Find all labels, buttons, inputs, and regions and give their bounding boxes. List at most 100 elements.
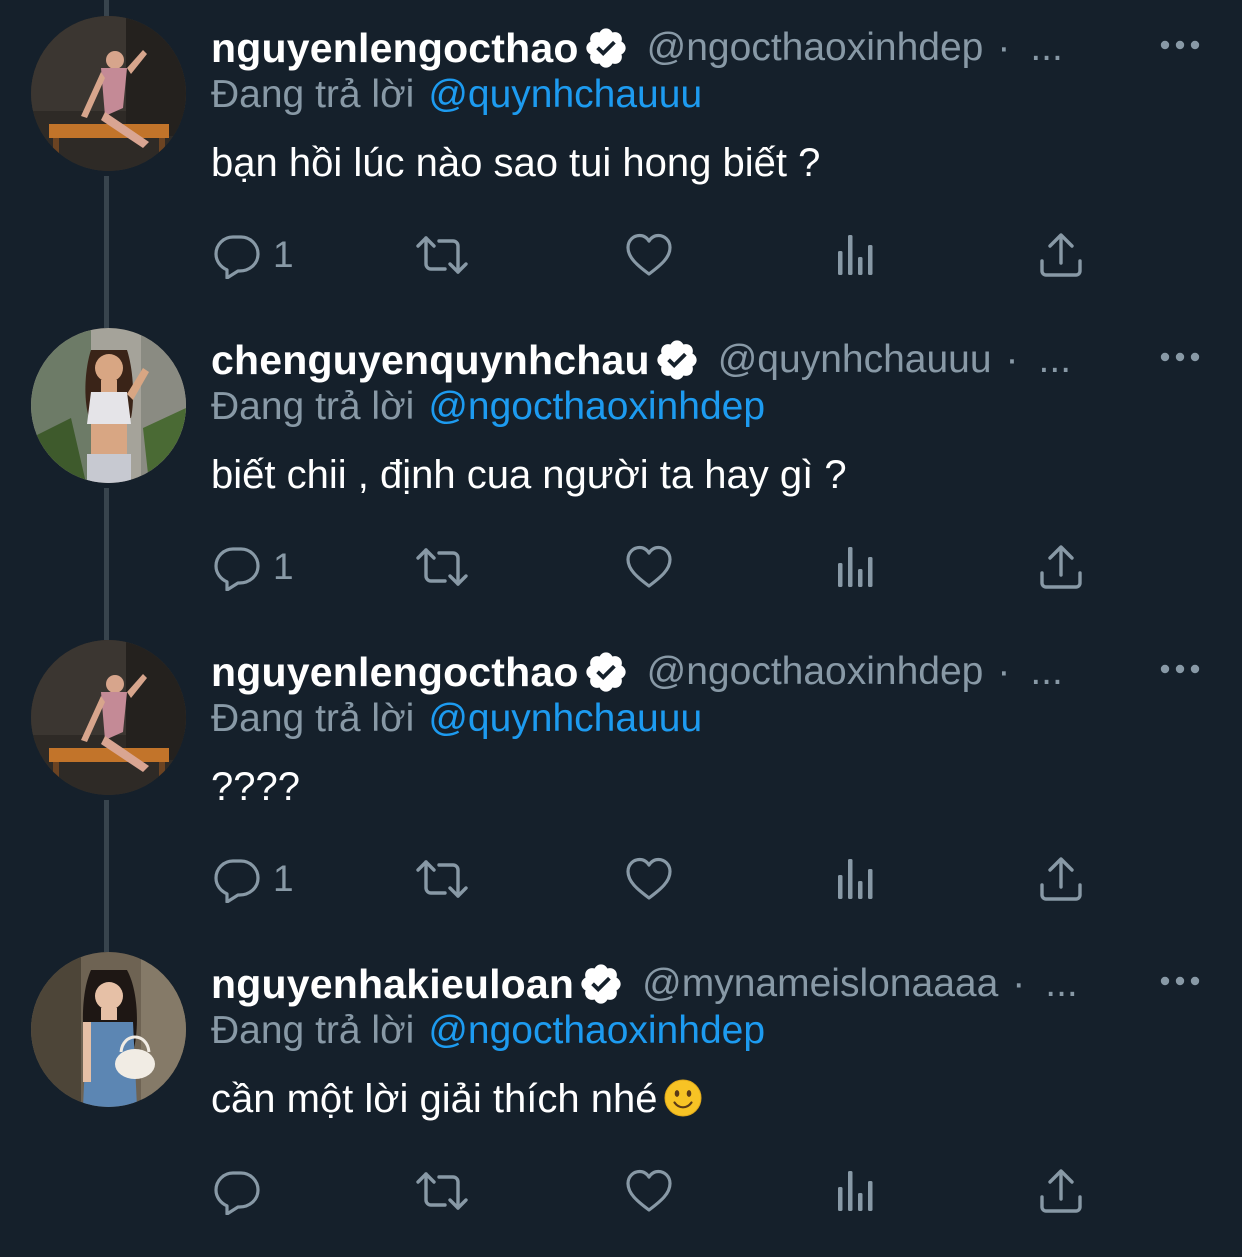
share-button[interactable] (1037, 854, 1085, 904)
share-button[interactable] (1037, 1166, 1085, 1216)
reply-count: 1 (273, 546, 294, 587)
tweet-actions: 1 (0, 854, 1242, 904)
tweet[interactable]: nguyenlengocthao @ngocthaoxinhdep · ... … (0, 0, 1242, 312)
upload-arrow-icon (1037, 231, 1085, 279)
separator-dot: · (1012, 962, 1026, 1005)
more-options-button[interactable] (1158, 342, 1202, 372)
verified-badge-icon (583, 25, 629, 71)
heart-icon (625, 231, 673, 279)
retweet-button[interactable] (414, 542, 470, 592)
views-button[interactable] (834, 1166, 878, 1216)
retweet-button[interactable] (414, 230, 470, 280)
speech-bubble-icon (213, 1167, 261, 1215)
more-options-button[interactable] (1158, 966, 1202, 996)
display-name[interactable]: nguyenlengocthao (211, 649, 579, 696)
slightly-smiling-face-icon (663, 1078, 703, 1118)
tweet[interactable]: nguyenhakieuloan @mynameislonaaaa · ... … (0, 936, 1242, 1248)
retweet-arrows-icon (414, 1167, 470, 1215)
user-handle[interactable]: @quynhchauuu (718, 338, 992, 382)
reply-button[interactable]: 1 (213, 230, 294, 280)
like-button[interactable] (625, 542, 673, 592)
views-button[interactable] (834, 230, 878, 280)
tweet-header: nguyenhakieuloan @mynameislonaaaa · ... (211, 959, 1078, 1009)
replying-to: Đang trả lời @ngocthaoxinhdep (211, 1009, 765, 1053)
truncated-timestamp: ... (1045, 962, 1078, 1005)
reply-count: 1 (273, 234, 294, 275)
user-handle[interactable]: @mynameislonaaaa (642, 962, 998, 1006)
replying-to: Đang trả lời @quynhchauuu (211, 73, 702, 117)
like-button[interactable] (625, 854, 673, 904)
user-handle[interactable]: @ngocthaoxinhdep (647, 26, 984, 70)
more-horizontal-icon (1158, 350, 1202, 364)
display-name[interactable]: chenguyenquynhchau (211, 337, 650, 384)
verified-badge-icon (578, 961, 624, 1007)
display-name[interactable]: nguyenlengocthao (211, 25, 579, 72)
heart-icon (625, 1167, 673, 1215)
reply-button[interactable]: 1 (213, 854, 294, 904)
replying-to: Đang trả lời @ngocthaoxinhdep (211, 385, 765, 429)
replying-to-handle[interactable]: @ngocthaoxinhdep (428, 385, 765, 428)
upload-arrow-icon (1037, 855, 1085, 903)
retweet-arrows-icon (414, 855, 470, 903)
tweet-header: chenguyenquynhchau @quynhchauuu · ... (211, 335, 1071, 385)
upload-arrow-icon (1037, 1167, 1085, 1215)
tweet-header: nguyenlengocthao @ngocthaoxinhdep · ... (211, 647, 1063, 697)
tweet[interactable]: nguyenlengocthao @ngocthaoxinhdep · ... … (0, 624, 1242, 936)
reply-button[interactable] (213, 1166, 273, 1216)
tweet-text-container: cần một lời giải thích nhé (211, 1077, 703, 1122)
tweet-actions: 1 (0, 542, 1242, 592)
reply-button[interactable]: 1 (213, 542, 294, 592)
truncated-timestamp: ... (1030, 26, 1063, 69)
more-horizontal-icon (1158, 974, 1202, 988)
truncated-timestamp: ... (1038, 338, 1072, 381)
share-button[interactable] (1037, 542, 1085, 592)
share-button[interactable] (1037, 230, 1085, 280)
replying-to-handle[interactable]: @ngocthaoxinhdep (428, 1009, 765, 1052)
tweet-text: cần một lời giải thích nhé (211, 1077, 658, 1121)
retweet-arrows-icon (414, 543, 470, 591)
upload-arrow-icon (1037, 543, 1085, 591)
avatar[interactable] (31, 328, 186, 483)
like-button[interactable] (625, 1166, 673, 1216)
avatar[interactable] (31, 16, 186, 171)
display-name[interactable]: nguyenhakieuloan (211, 961, 574, 1008)
tweet[interactable]: chenguyenquynhchau @quynhchauuu · ... Đa… (0, 312, 1242, 624)
tweet-actions (0, 1166, 1242, 1216)
avatar[interactable] (31, 640, 186, 795)
views-button[interactable] (834, 854, 878, 904)
replying-to-handle[interactable]: @quynhchauuu (428, 697, 702, 740)
verified-badge-icon (583, 649, 629, 695)
tweet-text: biết chii , định cua người ta hay gì ? (211, 453, 847, 497)
avatar[interactable] (31, 952, 186, 1107)
speech-bubble-icon (213, 855, 261, 903)
separator-dot: · (997, 650, 1011, 693)
verified-badge-icon (654, 337, 700, 383)
replying-to-handle[interactable]: @quynhchauuu (428, 73, 702, 116)
more-horizontal-icon (1158, 38, 1202, 52)
separator-dot: · (997, 26, 1011, 69)
like-button[interactable] (625, 230, 673, 280)
more-horizontal-icon (1158, 662, 1202, 676)
speech-bubble-icon (213, 543, 261, 591)
replying-to-label: Đang trả lời (211, 697, 415, 740)
views-button[interactable] (834, 542, 878, 592)
retweet-button[interactable] (414, 1166, 470, 1216)
retweet-button[interactable] (414, 854, 470, 904)
speech-bubble-icon (213, 231, 261, 279)
replying-to-label: Đang trả lời (211, 385, 415, 428)
more-options-button[interactable] (1158, 654, 1202, 684)
truncated-timestamp: ... (1030, 650, 1063, 693)
reply-thread: nguyenlengocthao @ngocthaoxinhdep · ... … (0, 0, 1242, 1257)
tweet-header: nguyenlengocthao @ngocthaoxinhdep · ... (211, 23, 1063, 73)
separator-dot: · (1005, 338, 1019, 381)
user-handle[interactable]: @ngocthaoxinhdep (647, 650, 984, 694)
bar-chart-icon (834, 855, 878, 903)
tweet-text: ???? (211, 765, 300, 809)
tweet-actions: 1 (0, 230, 1242, 280)
retweet-arrows-icon (414, 231, 470, 279)
replying-to-label: Đang trả lời (211, 1009, 415, 1052)
tweet-text: bạn hồi lúc nào sao tui hong biết ? (211, 141, 821, 185)
replying-to-label: Đang trả lời (211, 73, 415, 116)
more-options-button[interactable] (1158, 30, 1202, 60)
reply-count: 1 (273, 858, 294, 899)
